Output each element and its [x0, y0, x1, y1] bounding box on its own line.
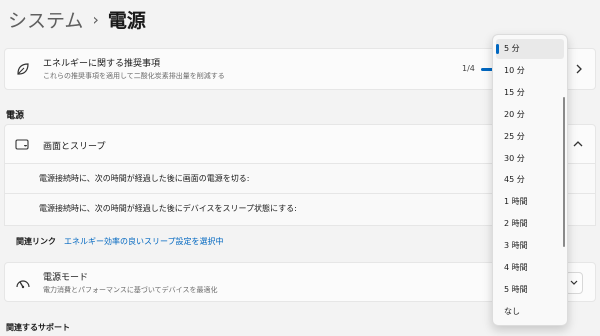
dropdown-option[interactable]: 4 時間	[496, 258, 564, 278]
dropdown-option[interactable]: 20 分	[496, 105, 564, 125]
breadcrumb-separator: ›	[92, 9, 99, 29]
dropdown-option[interactable]: 2 時間	[496, 214, 564, 234]
power-mode-description: 電力消費とパフォーマンスに基づいてデバイスを最適化	[43, 286, 218, 294]
recommendations-title: エネルギーに関する推奨事項	[43, 59, 161, 69]
dropdown-option[interactable]: 5 分	[496, 39, 564, 59]
power-mode-title: 電源モード	[43, 273, 89, 283]
recommendations-count: 1/4	[462, 64, 475, 73]
dropdown-option[interactable]: なし	[496, 302, 564, 322]
dropdown-option[interactable]: 1 時間	[496, 192, 564, 212]
dropdown-option[interactable]: 25 分	[496, 127, 564, 147]
dropdown-option[interactable]: 3 時間	[496, 236, 564, 256]
monitor-sleep-icon	[15, 139, 29, 150]
dropdown-option[interactable]: 45 分	[496, 170, 564, 190]
energy-efficient-sleep-link[interactable]: エネルギー効率の良いスリープ設定を選択中	[64, 236, 224, 247]
dropdown-option[interactable]: 5 時間	[496, 280, 564, 300]
screen-off-label: 電源接続時に、次の時間が経過した後に画面の電源を切る:	[39, 174, 250, 183]
chevron-right-icon	[576, 64, 582, 74]
power-section-title: 電源	[6, 111, 25, 121]
recommendations-description: これらの推奨事項を適用して二酸化炭素排出量を削減する	[43, 72, 225, 80]
dropdown-option[interactable]: 10 分	[496, 61, 564, 81]
page-title: 電源	[107, 9, 146, 32]
breadcrumb: システム › 電源	[8, 4, 146, 34]
dropdown-option[interactable]: 15 分	[496, 83, 564, 103]
related-links-heading: 関連リンク	[16, 237, 56, 246]
leaf-icon	[17, 63, 29, 75]
breadcrumb-parent[interactable]: システム	[8, 6, 83, 33]
dropdown-option[interactable]: 30 分	[496, 149, 564, 169]
dropdown-scrollbar[interactable]	[563, 97, 565, 247]
timeout-dropdown-list[interactable]: 5 分 10 分 15 分 20 分 25 分 30 分 45 分1 時間 2 時間 3 時間 4…	[492, 34, 568, 326]
screen-sleep-label: 画面とスリープ	[43, 142, 106, 152]
related-support-heading: 関連するサポート	[6, 323, 70, 332]
power-mode-icon	[16, 280, 30, 289]
chevron-down-icon	[570, 280, 578, 285]
chevron-up-icon	[573, 141, 583, 147]
sleep-label: 電源接続時に、次の時間が経過した後にデバイスをスリープ状態にする:	[39, 204, 297, 213]
